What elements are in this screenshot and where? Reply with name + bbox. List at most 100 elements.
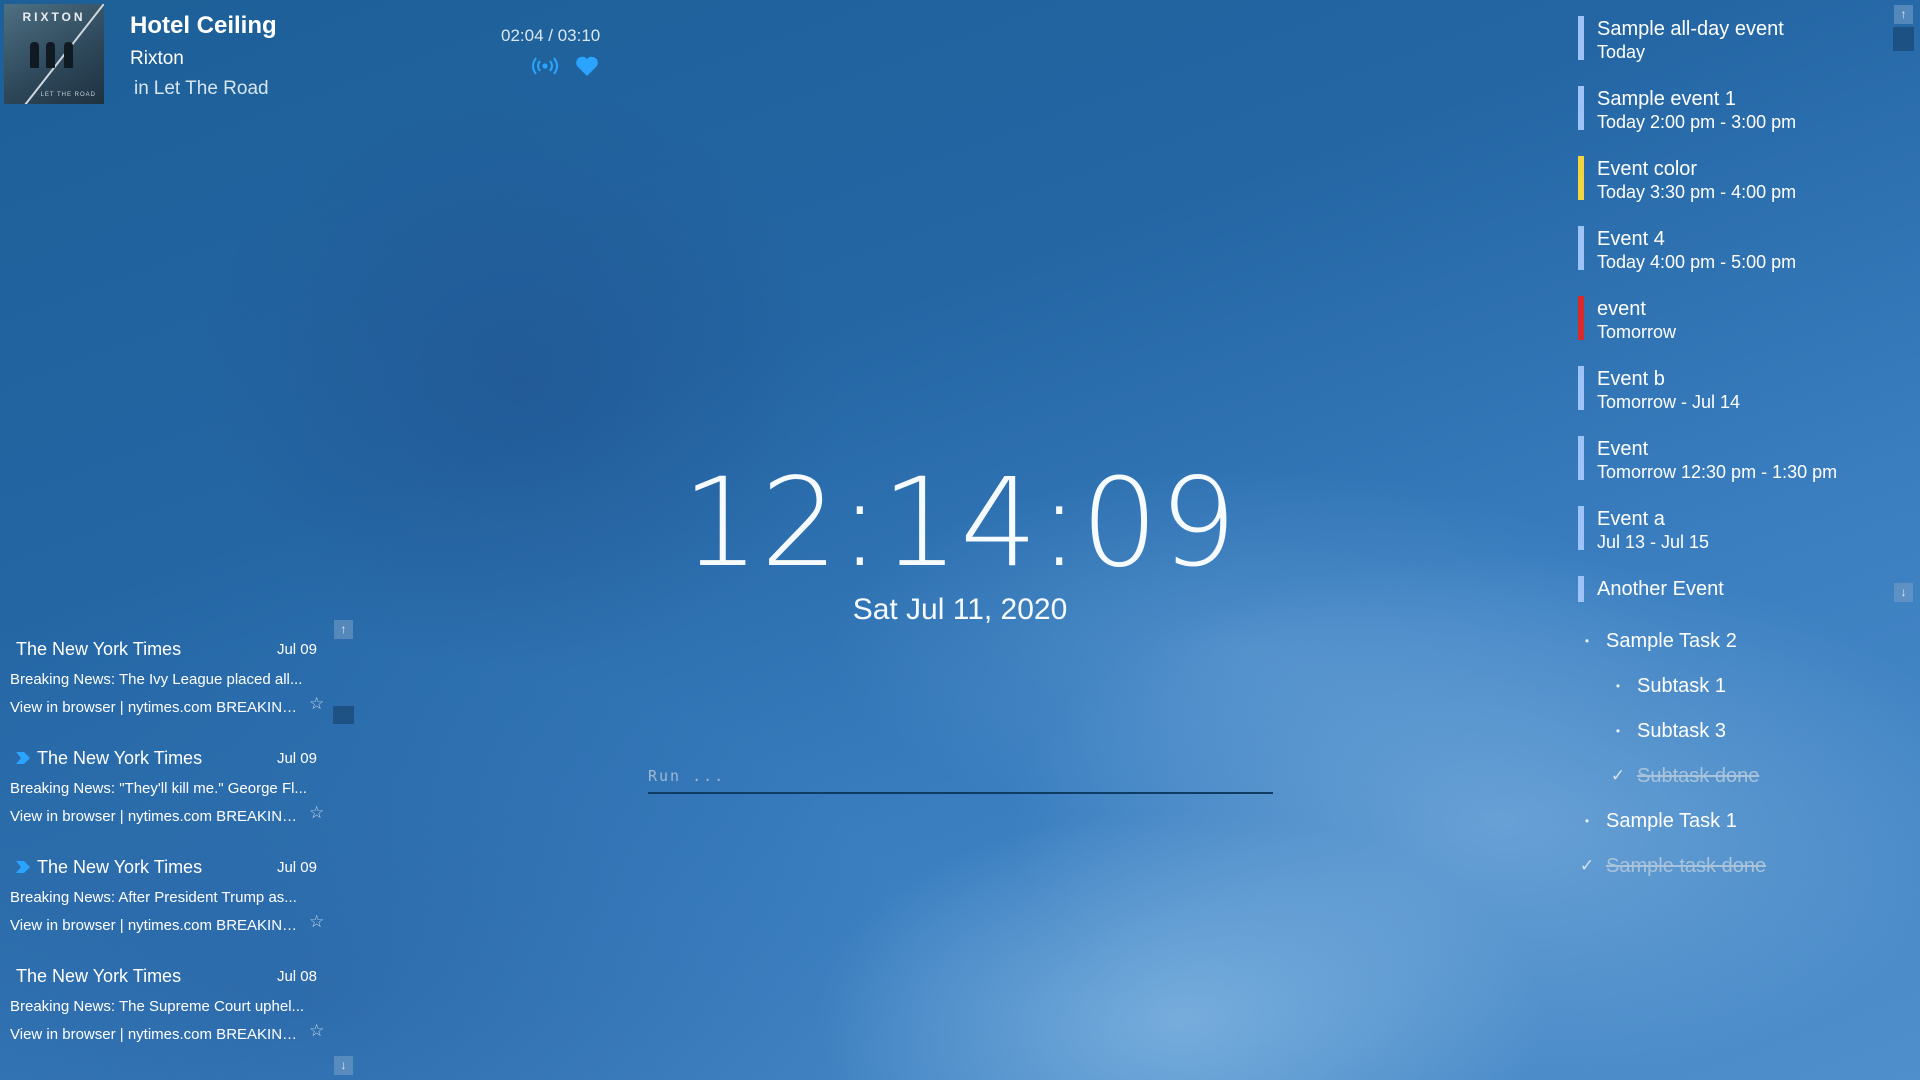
calendar-event[interactable]: Another Event — [1578, 574, 1878, 602]
event-color-bar — [1578, 576, 1584, 602]
feed-scrollbar-thumb[interactable] — [333, 706, 354, 724]
event-color-bar — [1578, 226, 1584, 270]
calendar-event[interactable]: Event 4 Today 4:00 pm - 5:00 pm — [1578, 224, 1878, 272]
run-input[interactable] — [648, 762, 1273, 790]
cast-icon[interactable] — [531, 56, 559, 76]
album-art-figure — [30, 42, 39, 68]
music-widget: RIXTON LET THE ROAD Hotel Ceiling Rixton… — [4, 4, 624, 108]
track-artist: Rixton — [130, 48, 184, 69]
task-label: Subtask 1 — [1637, 674, 1726, 697]
bullet-icon[interactable]: • — [1578, 634, 1596, 648]
event-title: Sample all-day event — [1597, 18, 1784, 40]
event-title: Another Event — [1597, 578, 1724, 600]
feed-scroll-up-button[interactable]: ↑ — [334, 620, 353, 639]
feed-snippet: View in browser | nytimes.com BREAKING..… — [10, 808, 300, 825]
music-controls — [531, 54, 599, 78]
feed-source-row: The New York Times — [16, 856, 202, 878]
feed-date: Jul 08 — [276, 968, 317, 985]
feed-item[interactable]: The New York Times Jul 09 Breaking News:… — [10, 620, 330, 720]
feed-date: Jul 09 — [276, 859, 317, 876]
feed-source-row: The New York Times — [16, 638, 181, 660]
task-item[interactable]: ✓ Sample task done — [1578, 851, 1766, 881]
calendar-agenda: Sample all-day event Today Sample event … — [1578, 14, 1898, 614]
feed-item[interactable]: The New York Times Jul 08 Breaking News:… — [10, 947, 330, 1047]
feed-snippet: View in browser | nytimes.com BREAKING..… — [10, 699, 300, 716]
album-prefix: in — [134, 78, 149, 99]
event-time: Today 2:00 pm - 3:00 pm — [1597, 112, 1797, 132]
album-art-figure — [64, 42, 73, 68]
important-marker-icon — [16, 861, 30, 873]
feed-date: Jul 09 — [276, 750, 317, 767]
feed-snippet: View in browser | nytimes.com BREAKING..… — [10, 917, 300, 934]
feed-subject: Breaking News: After President Trump as.… — [10, 889, 297, 906]
album-art-figure — [46, 42, 55, 68]
feed-source: The New York Times — [16, 638, 182, 659]
calendar-event[interactable]: Event b Tomorrow - Jul 14 — [1578, 364, 1878, 412]
feed-source: The New York Times — [16, 965, 182, 986]
calendar-event[interactable]: Event Tomorrow 12:30 pm - 1:30 pm — [1578, 434, 1878, 482]
task-item[interactable]: ✓ Subtask done — [1609, 761, 1759, 791]
checkmark-icon[interactable]: ✓ — [1609, 766, 1627, 786]
star-icon[interactable]: ☆ — [309, 1021, 324, 1041]
task-label: Subtask done — [1637, 764, 1760, 787]
star-icon[interactable]: ☆ — [309, 912, 324, 932]
star-icon[interactable]: ☆ — [309, 694, 324, 714]
calendar-event[interactable]: Event color Today 3:30 pm - 4:00 pm — [1578, 154, 1878, 202]
calendar-event[interactable]: event Tomorrow — [1578, 294, 1878, 342]
event-color-bar — [1578, 506, 1584, 550]
event-time: Tomorrow 12:30 pm - 1:30 pm — [1597, 462, 1838, 482]
track-title: Hotel Ceiling — [130, 12, 277, 39]
agenda-scroll-up-button[interactable]: ↑ — [1894, 5, 1913, 24]
event-color-bar — [1578, 16, 1584, 60]
task-label: Sample Task 1 — [1606, 809, 1737, 832]
agenda-scrollbar-thumb[interactable] — [1893, 27, 1914, 51]
feed-scroll-down-button[interactable]: ↓ — [334, 1056, 353, 1075]
feed-source: The New York Times — [37, 747, 203, 768]
feed-source-row: The New York Times — [16, 747, 202, 769]
track-album: in Let The Road — [134, 78, 269, 100]
feed-item[interactable]: The New York Times Jul 09 Breaking News:… — [10, 729, 330, 829]
album-art-subtitle: LET THE ROAD — [40, 92, 96, 98]
mail-feed: The New York Times Jul 09 Breaking News:… — [0, 620, 360, 1080]
event-title: Sample event 1 — [1597, 88, 1736, 110]
event-time: Today — [1597, 42, 1646, 62]
feed-source: The New York Times — [37, 856, 203, 877]
event-time: Jul 13 - Jul 15 — [1597, 532, 1710, 552]
feed-item[interactable]: The New York Times Jul 09 Breaking News:… — [10, 838, 330, 938]
task-item[interactable]: • Subtask 3 — [1609, 716, 1726, 746]
bullet-icon[interactable]: • — [1609, 679, 1627, 693]
agenda-scroll-down-button[interactable]: ↓ — [1894, 583, 1913, 602]
calendar-event[interactable]: Sample all-day event Today — [1578, 14, 1878, 62]
album-art[interactable]: RIXTON LET THE ROAD — [4, 4, 104, 104]
task-item[interactable]: • Subtask 1 — [1609, 671, 1726, 701]
task-label: Subtask 3 — [1637, 719, 1726, 742]
event-color-bar — [1578, 296, 1584, 340]
task-item[interactable]: • Sample Task 1 — [1578, 806, 1737, 836]
event-title: Event — [1597, 438, 1649, 460]
feed-source-row: The New York Times — [16, 965, 181, 987]
feed-subject: Breaking News: The Supreme Court uphel..… — [10, 998, 305, 1015]
run-box — [648, 762, 1273, 794]
event-title: Event b — [1597, 368, 1665, 390]
event-title: Event 4 — [1597, 228, 1665, 250]
star-icon[interactable]: ☆ — [309, 803, 324, 823]
feed-snippet: View in browser | nytimes.com BREAKING..… — [10, 1026, 300, 1043]
event-title: Event a — [1597, 508, 1665, 530]
feed-subject: Breaking News: "They'll kill me." George… — [10, 780, 307, 797]
task-label: Sample task done — [1606, 854, 1767, 877]
event-color-bar — [1578, 436, 1584, 480]
bullet-icon[interactable]: • — [1609, 724, 1627, 738]
calendar-event[interactable]: Sample event 1 Today 2:00 pm - 3:00 pm — [1578, 84, 1878, 132]
feed-date: Jul 09 — [276, 641, 317, 658]
event-color-bar — [1578, 86, 1584, 130]
event-title: Event color — [1597, 158, 1698, 180]
event-time: Today 4:00 pm - 5:00 pm — [1597, 252, 1797, 272]
bullet-icon[interactable]: • — [1578, 814, 1596, 828]
checkmark-icon[interactable]: ✓ — [1578, 856, 1596, 876]
album-name: Let The Road — [153, 78, 269, 99]
heart-icon[interactable] — [575, 55, 599, 77]
calendar-event[interactable]: Event a Jul 13 - Jul 15 — [1578, 504, 1878, 552]
feed-subject: Breaking News: The Ivy League placed all… — [10, 671, 303, 688]
task-list: • Sample Task 2 • Subtask 1 • Subtask 3 ✓ Subta… — [1578, 620, 1898, 890]
task-item[interactable]: • Sample Task 2 — [1578, 626, 1737, 656]
